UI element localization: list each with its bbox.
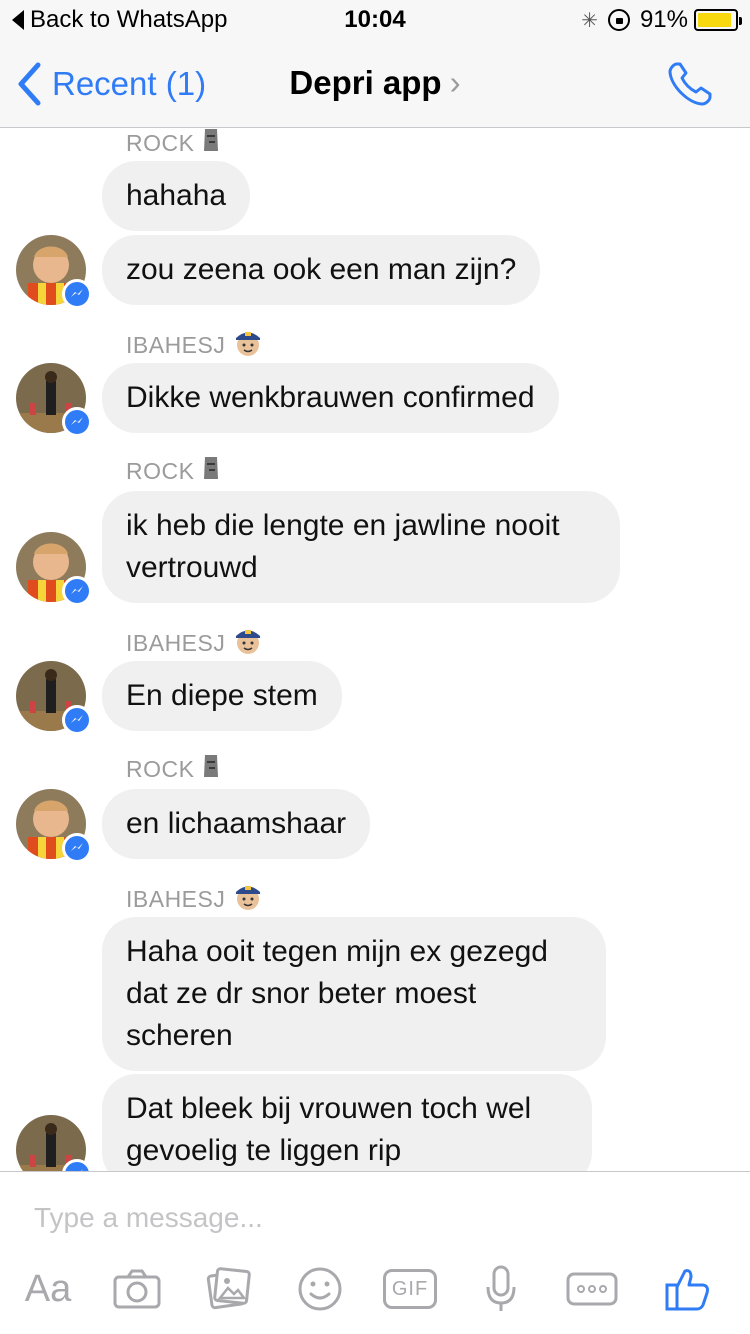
kid-avatar[interactable] bbox=[16, 789, 92, 863]
camera-icon bbox=[113, 1269, 161, 1309]
messenger-badge-icon bbox=[62, 705, 92, 735]
messenger-badge-icon bbox=[62, 833, 92, 863]
messenger-badge-icon bbox=[62, 407, 92, 437]
text-format-button[interactable]: Aa bbox=[20, 1264, 76, 1314]
conversation-header: Recent (1) Depri app › bbox=[0, 40, 750, 128]
gif-label: GIF bbox=[383, 1269, 437, 1309]
message-bubble[interactable]: Dikke wenkbrauwen confirmed bbox=[102, 363, 559, 433]
microphone-icon bbox=[486, 1265, 516, 1311]
sender-name: ROCK bbox=[126, 129, 195, 156]
sender-name: IBAHESJ bbox=[126, 885, 226, 912]
composer: Aa GIF bbox=[0, 1171, 750, 1334]
gym-avatar[interactable] bbox=[16, 661, 92, 735]
text-format-label: Aa bbox=[24, 1267, 72, 1310]
gym-avatar[interactable] bbox=[16, 1115, 92, 1171]
thumbs-up-icon bbox=[665, 1269, 709, 1311]
gif-button[interactable]: GIF bbox=[382, 1264, 438, 1314]
police-officer-icon bbox=[233, 625, 263, 661]
police-officer-icon bbox=[233, 327, 263, 363]
sender-label: ROCK bbox=[126, 455, 220, 487]
status-right: ✳ 91% bbox=[581, 6, 742, 34]
sender-label: ROCK bbox=[126, 753, 220, 785]
message-bubble[interactable]: hahaha bbox=[102, 161, 251, 231]
sender-label: IBAHESJ bbox=[126, 625, 263, 661]
moai-icon bbox=[202, 455, 220, 487]
message-input[interactable] bbox=[34, 1202, 714, 1234]
moai-icon bbox=[202, 129, 220, 159]
smiley-icon bbox=[298, 1267, 342, 1311]
message-bubble[interactable]: zou zeena ook een man zijn? bbox=[102, 235, 541, 305]
message-bubble[interactable]: ik heb die lengte en jawline nooit vertr… bbox=[102, 491, 620, 603]
activity-spinner-icon: ✳ bbox=[581, 9, 598, 32]
sticker-button[interactable] bbox=[296, 1264, 344, 1314]
sender-name: IBAHESJ bbox=[126, 629, 226, 656]
battery-level-fill bbox=[698, 13, 731, 27]
moai-icon bbox=[202, 753, 220, 785]
battery-percent: 91% bbox=[639, 6, 688, 33]
chevron-right-icon: › bbox=[449, 64, 461, 101]
more-button[interactable] bbox=[566, 1264, 618, 1314]
kid-avatar[interactable] bbox=[16, 532, 92, 606]
messenger-badge-icon bbox=[62, 279, 92, 309]
message-bubble[interactable]: en lichaamshaar bbox=[102, 789, 371, 859]
composer-toolbar: Aa GIF bbox=[0, 1264, 750, 1324]
photo-icon bbox=[206, 1267, 251, 1310]
kid-avatar[interactable] bbox=[16, 235, 92, 309]
gym-avatar[interactable] bbox=[16, 363, 92, 437]
conversation-title[interactable]: Depri app › bbox=[0, 64, 750, 102]
sender-name: ROCK bbox=[126, 457, 195, 484]
phone-icon bbox=[668, 62, 712, 106]
photo-gallery-button[interactable] bbox=[204, 1264, 254, 1314]
sender-name: ROCK bbox=[126, 755, 195, 782]
conversation-title-text: Depri app bbox=[289, 64, 442, 101]
sender-name: IBAHESJ bbox=[126, 331, 226, 358]
message-bubble[interactable]: Haha ooit tegen mijn ex gezegd dat ze dr… bbox=[102, 917, 606, 1071]
police-officer-icon bbox=[233, 881, 263, 917]
more-icon bbox=[566, 1272, 618, 1306]
message-list[interactable]: ROCK hahaha zou zeena ook een man zijn? … bbox=[0, 129, 750, 1171]
call-button[interactable] bbox=[666, 60, 714, 113]
messenger-badge-icon bbox=[62, 576, 92, 606]
sender-label: IBAHESJ bbox=[126, 327, 263, 363]
camera-button[interactable] bbox=[112, 1264, 162, 1314]
sender-label: ROCK bbox=[126, 129, 220, 159]
sender-label: IBAHESJ bbox=[126, 881, 263, 917]
message-bubble[interactable]: En diepe stem bbox=[102, 661, 342, 731]
like-button[interactable] bbox=[662, 1264, 712, 1314]
message-bubble[interactable]: Dat bleek bij vrouwen toch wel gevoelig … bbox=[102, 1074, 592, 1171]
rotation-lock-icon bbox=[607, 9, 630, 31]
voice-button[interactable] bbox=[484, 1264, 518, 1314]
status-bar: Back to WhatsApp 10:04 ✳ 91% bbox=[0, 0, 750, 40]
battery-icon bbox=[694, 9, 742, 31]
